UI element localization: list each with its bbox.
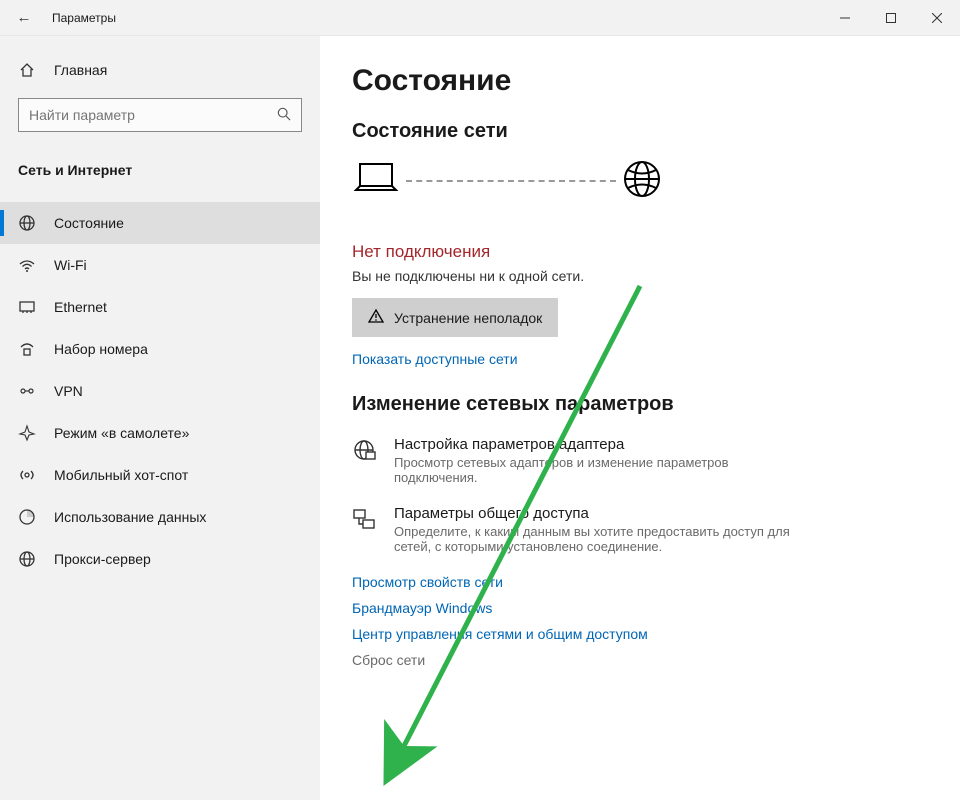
sidebar-item-label: VPN [54,383,83,399]
content-area: Состояние Состояние сети Нет подключения… [320,36,960,800]
sidebar-item-datausage[interactable]: Использование данных [0,496,320,538]
sidebar-section-label: Сеть и Интернет [0,150,320,190]
status-heading: Состояние сети [352,120,928,143]
status-subtitle: Вы не подключены ни к одной сети. [352,268,928,284]
link-network-reset[interactable]: Сброс сети [352,652,928,668]
minimize-button[interactable] [822,0,868,36]
close-button[interactable] [914,0,960,36]
back-button[interactable]: ← [0,9,48,26]
search-box[interactable] [18,98,302,132]
hotspot-icon [18,466,36,484]
sidebar-item-label: Мобильный хот-спот [54,467,188,483]
sidebar: Главная Сеть и Интернет Состояние Wi-Fi [0,36,320,800]
link-network-props[interactable]: Просмотр свойств сети [352,574,928,590]
dialup-icon [18,340,36,358]
titlebar: ← Параметры [0,0,960,36]
option-adapter-title: Настройка параметров адаптера [394,436,814,453]
search-input[interactable] [29,107,277,123]
sidebar-item-status[interactable]: Состояние [0,202,320,244]
airplane-icon [18,424,36,442]
sidebar-item-proxy[interactable]: Прокси-сервер [0,538,320,580]
sidebar-home-label: Главная [54,62,107,78]
sidebar-item-label: Набор номера [54,341,148,357]
sidebar-item-label: Состояние [54,215,124,231]
option-sharing-title: Параметры общего доступа [394,505,814,522]
search-icon [277,107,291,124]
data-usage-icon [18,508,36,526]
proxy-icon [18,550,36,568]
sidebar-item-label: Использование данных [54,509,206,525]
warning-icon [368,308,384,327]
laptop-icon [352,160,400,201]
window-title: Параметры [48,11,822,25]
link-network-center[interactable]: Центр управления сетями и общим доступом [352,626,928,642]
show-networks-link[interactable]: Показать доступные сети [352,351,928,367]
sidebar-nav: Состояние Wi-Fi Ethernet Набор номера [0,202,320,580]
connection-line [406,180,616,182]
option-sharing[interactable]: Параметры общего доступа Определите, к к… [352,505,928,554]
sidebar-home[interactable]: Главная [0,54,320,86]
troubleshoot-label: Устранение неполадок [394,310,542,326]
sidebar-item-wifi[interactable]: Wi-Fi [0,244,320,286]
sidebar-item-ethernet[interactable]: Ethernet [0,286,320,328]
troubleshoot-button[interactable]: Устранение неполадок [352,298,558,337]
maximize-button[interactable] [868,0,914,36]
link-firewall[interactable]: Брандмауэр Windows [352,600,928,616]
adapter-icon [352,436,378,465]
vpn-icon [18,382,36,400]
sidebar-item-hotspot[interactable]: Мобильный хот-спот [0,454,320,496]
status-title: Нет подключения [352,242,928,262]
network-diagram [352,159,928,202]
sidebar-item-vpn[interactable]: VPN [0,370,320,412]
status-icon [18,214,36,232]
option-adapter[interactable]: Настройка параметров адаптера Просмотр с… [352,436,928,485]
change-params-heading: Изменение сетевых параметров [352,393,928,416]
sharing-icon [352,505,378,534]
sidebar-item-dialup[interactable]: Набор номера [0,328,320,370]
wifi-icon [18,256,36,274]
sidebar-item-label: Прокси-сервер [54,551,151,567]
page-title: Состояние [352,64,928,98]
sidebar-item-label: Wi-Fi [54,257,87,273]
sidebar-item-label: Режим «в самолете» [54,425,189,441]
option-sharing-desc: Определите, к каким данным вы хотите пре… [394,524,814,554]
ethernet-icon [18,298,36,316]
option-adapter-desc: Просмотр сетевых адаптеров и изменение п… [394,455,814,485]
home-icon [18,62,36,78]
globe-icon [622,159,662,202]
sidebar-item-label: Ethernet [54,299,107,315]
sidebar-item-airplane[interactable]: Режим «в самолете» [0,412,320,454]
